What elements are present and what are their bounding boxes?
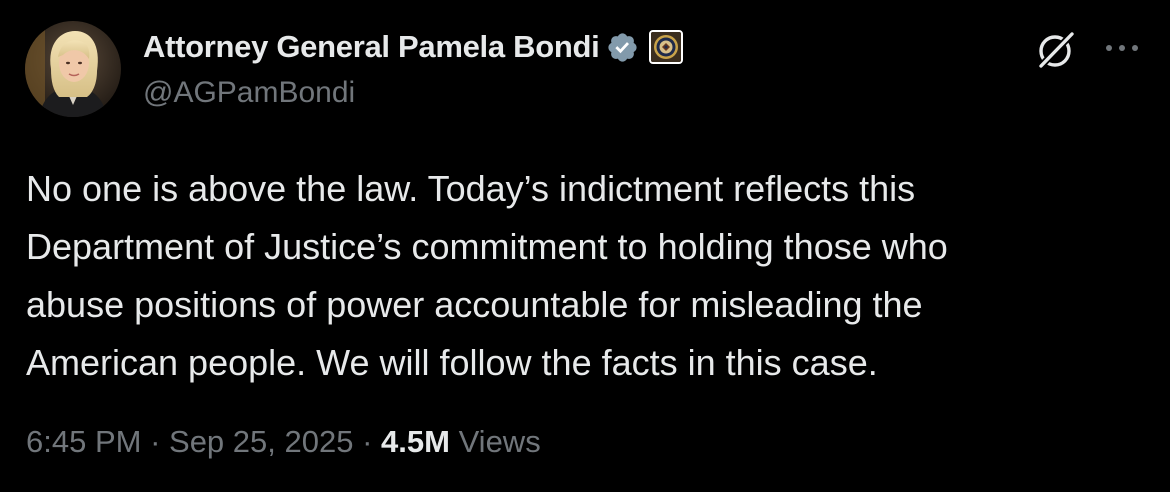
tweet-text: No one is above the law. Today’s indictm… (26, 160, 1136, 392)
tweet-text-line: American people. We will follow the fact… (26, 342, 878, 383)
tweet-card: Attorney General Pamela Bondi @AGPamBond… (0, 0, 1170, 492)
tweet-time[interactable]: 6:45 PM (26, 424, 141, 459)
views-count[interactable]: 4.5M (381, 424, 459, 459)
tweet-meta: 6:45 PM · Sep 25, 2025 · 4.5M Views (26, 424, 541, 460)
author-handle[interactable]: @AGPamBondi (143, 76, 355, 110)
meta-separator: · (362, 424, 382, 459)
author-name-row: Attorney General Pamela Bondi (143, 28, 684, 66)
grok-icon[interactable] (1033, 27, 1079, 73)
meta-separator: · (150, 424, 170, 459)
doj-seal-icon[interactable] (649, 30, 684, 64)
avatar[interactable] (25, 21, 121, 117)
verified-badge-icon[interactable] (606, 31, 639, 64)
tweet-text-line: No one is above the law. Today’s indictm… (26, 168, 916, 209)
tweet-date[interactable]: Sep 25, 2025 (169, 424, 353, 459)
more-icon[interactable] (1103, 40, 1141, 56)
views-label: Views (458, 424, 541, 459)
display-name[interactable]: Attorney General Pamela Bondi (143, 29, 600, 65)
tweet-text-line: Department of Justice’s commitment to ho… (26, 226, 948, 267)
tweet-text-line: abuse positions of power accountable for… (26, 284, 923, 325)
